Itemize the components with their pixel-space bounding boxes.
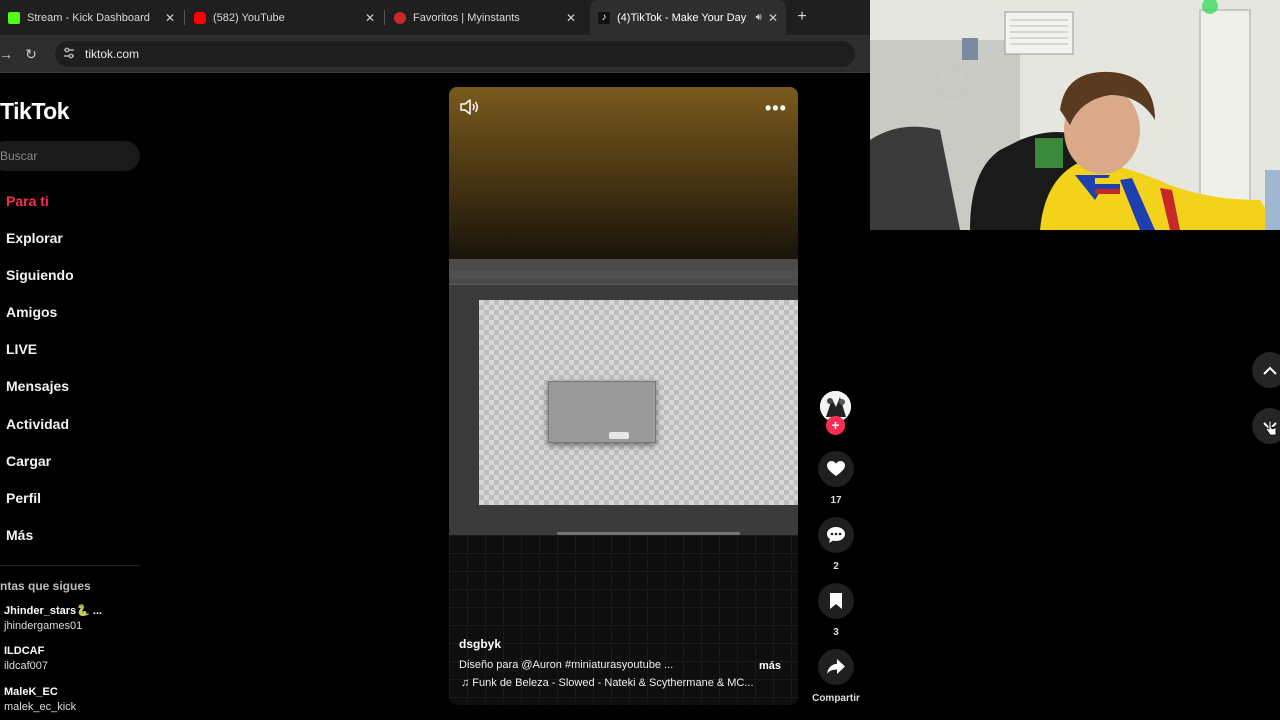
close-tab-icon[interactable]: ✕ xyxy=(566,11,576,25)
nav-actividad[interactable]: Actividad xyxy=(6,416,69,432)
tab-title: Stream - Kick Dashboard xyxy=(27,11,150,24)
mouse-cursor-icon xyxy=(1266,420,1277,436)
tiktok-logo[interactable]: TikTok xyxy=(0,98,70,125)
tab-title: (582) YouTube xyxy=(213,11,285,24)
streamer-webcam-image xyxy=(870,0,1280,230)
description-more-link[interactable]: más xyxy=(759,660,781,672)
following-account[interactable]: MaleK_EC malek_ec_kick xyxy=(4,685,76,715)
like-button[interactable] xyxy=(818,451,854,487)
tiktok-favicon-icon: ♪ xyxy=(598,11,610,24)
reload-icon[interactable]: ↻ xyxy=(21,44,41,64)
save-count: 3 xyxy=(833,627,839,638)
screen: Stream - Kick Dashboard ✕ (582) YouTube … xyxy=(0,0,1280,720)
volume-icon[interactable] xyxy=(459,99,481,115)
video-music[interactable]: ♫ Funk de Beleza - Slowed - Nateki & Scy… xyxy=(461,677,791,689)
url-text: tiktok.com xyxy=(85,47,140,61)
bookmark-icon xyxy=(830,593,842,609)
youtube-favicon-icon xyxy=(194,11,206,24)
video-dialog-button xyxy=(609,432,629,439)
nav-mas[interactable]: Más xyxy=(6,527,33,543)
myinstants-favicon-icon xyxy=(394,11,406,24)
video-transparent-canvas xyxy=(479,300,798,505)
following-account[interactable]: ILDCAF ildcaf007 xyxy=(4,644,48,674)
chevron-up-icon xyxy=(1263,366,1277,375)
account-name: Jhinder_stars🐍 ... xyxy=(4,605,103,617)
comment-icon xyxy=(827,527,845,543)
heart-icon xyxy=(827,461,845,476)
following-account[interactable]: Jhinder_stars🐍 ... jhindergames01 xyxy=(4,604,102,634)
tab-title: (4)TikTok - Make Your Day xyxy=(617,11,747,24)
more-options-icon[interactable]: ••• xyxy=(765,98,787,119)
tab-youtube[interactable]: (582) YouTube ✕ xyxy=(186,0,383,35)
video-gradient-area xyxy=(449,87,798,262)
comment-button[interactable] xyxy=(818,517,854,553)
kick-favicon-icon xyxy=(8,11,20,24)
account-handle: jhindergames01 xyxy=(4,620,83,632)
omnibox[interactable]: tiktok.com xyxy=(55,41,855,67)
video-screenshot-content xyxy=(449,259,798,535)
comment-count: 2 xyxy=(833,561,839,572)
video-author[interactable]: dsgbyk xyxy=(459,637,501,651)
share-button[interactable] xyxy=(818,649,854,685)
tab-separator xyxy=(184,10,185,25)
tab-separator xyxy=(384,10,385,25)
nav-amigos[interactable]: Amigos xyxy=(6,304,57,320)
sidebar-divider xyxy=(0,565,140,566)
nav-siguiendo[interactable]: Siguiendo xyxy=(6,267,74,283)
new-tab-button[interactable]: + xyxy=(792,7,812,27)
nav-cargar[interactable]: Cargar xyxy=(6,453,51,469)
close-tab-icon[interactable]: ✕ xyxy=(365,11,375,25)
video-player[interactable]: ••• dsgbyk Diseño para @Auron #miniatura… xyxy=(449,87,798,705)
like-count: 17 xyxy=(830,495,842,506)
tab-title: Favoritos | Myinstants xyxy=(413,11,520,24)
nav-perfil[interactable]: Perfil xyxy=(6,490,41,506)
account-name: MaleK_EC xyxy=(4,686,58,698)
account-handle: ildcaf007 xyxy=(4,660,49,672)
speaker-icon[interactable]: 🔊︎ xyxy=(756,12,762,23)
follow-plus-button[interactable]: + xyxy=(826,416,845,435)
close-tab-icon[interactable]: ✕ xyxy=(768,11,778,25)
webcam-overlay xyxy=(870,0,1280,230)
nav-live[interactable]: LIVE xyxy=(6,341,37,357)
nav-mensajes[interactable]: Mensajes xyxy=(6,378,69,394)
site-info-icon[interactable] xyxy=(62,46,76,60)
close-tab-icon[interactable]: ✕ xyxy=(165,11,175,25)
address-bar: → ↻ tiktok.com xyxy=(0,35,870,73)
nav-explorar[interactable]: Explorar xyxy=(6,230,63,246)
search-placeholder: Buscar xyxy=(0,149,38,163)
tab-tiktok[interactable]: ♪ (4)TikTok - Make Your Day 🔊︎ ✕ xyxy=(590,0,786,35)
share-label: Compartir xyxy=(812,693,860,704)
browser-tab-bar: Stream - Kick Dashboard ✕ (582) YouTube … xyxy=(0,0,870,35)
following-accounts-title: ntas que sigues xyxy=(0,579,91,593)
video-dialog-box xyxy=(548,381,656,443)
search-input[interactable]: Buscar xyxy=(0,141,140,171)
forward-icon[interactable]: → xyxy=(0,44,16,64)
nav-para-ti[interactable]: Para ti xyxy=(6,193,49,209)
video-description: Diseño para @Auron #miniaturasyoutube ..… xyxy=(459,659,674,671)
share-icon xyxy=(827,659,845,674)
save-button[interactable] xyxy=(818,583,854,619)
tab-kick-dashboard[interactable]: Stream - Kick Dashboard ✕ xyxy=(0,0,183,35)
tab-myinstants[interactable]: Favoritos | Myinstants ✕ xyxy=(386,0,584,35)
video-app-menubar xyxy=(449,271,798,279)
previous-video-button[interactable] xyxy=(1252,352,1280,388)
account-name: ILDCAF xyxy=(4,645,45,657)
account-handle: malek_ec_kick xyxy=(4,701,77,713)
